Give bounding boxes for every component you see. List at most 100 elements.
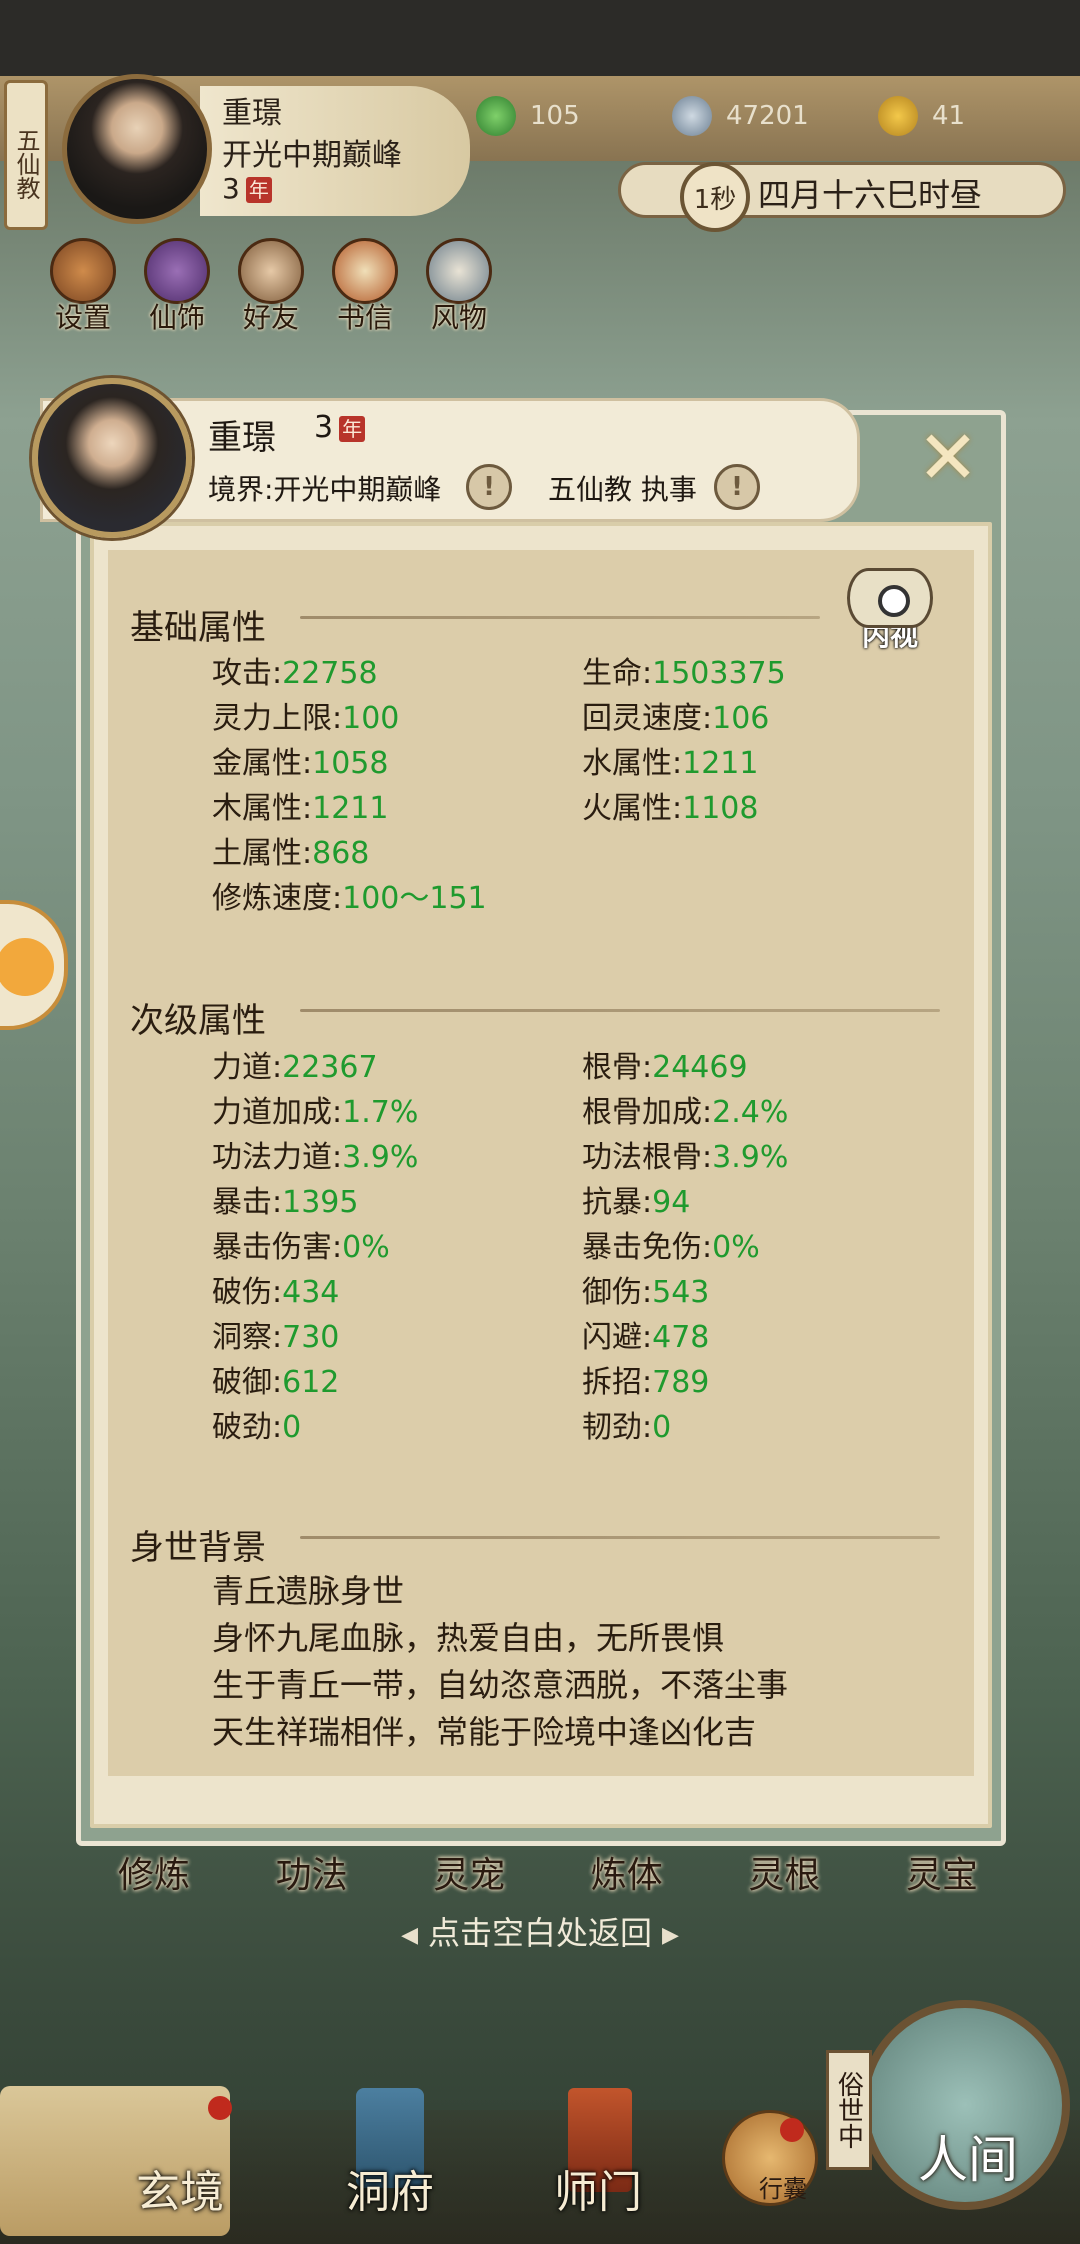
stat-label: 生命	[582, 656, 642, 691]
stat-value: 1503375	[652, 656, 786, 691]
stat-value: 3.9%	[712, 1140, 789, 1175]
sect-info-icon[interactable]: !	[714, 464, 760, 510]
hud-player-realm: 开光中期巅峰	[222, 138, 402, 173]
stat-row: 功法力道:3.9%	[212, 1140, 419, 1175]
stat-label: 破御	[212, 1365, 272, 1400]
stat-value: 1058	[312, 746, 389, 781]
secondary-stats-left: 力道:22367 力道加成:1.7% 功法力道:3.9% 暴击:1395 暴击伤害:0%…	[212, 1042, 572, 1447]
stat-label: 破伤	[212, 1275, 272, 1310]
stat-row: 攻击:22758	[212, 656, 378, 691]
stat-row: 暴击伤害:0%	[212, 1230, 390, 1265]
character-age: 3年	[314, 410, 366, 445]
nav-xuanjing[interactable]: 玄境	[110, 2080, 250, 2244]
stat-label: 韧劲	[582, 1410, 642, 1445]
stat-label: 根骨	[582, 1050, 642, 1085]
stat-label: 攻击	[212, 656, 272, 691]
pouch-button[interactable]: 行囊	[722, 2110, 818, 2206]
sect-label: 五仙教 执事	[548, 473, 697, 506]
stat-value: 434	[282, 1275, 340, 1310]
stat-row: 金属性:1058	[212, 746, 389, 781]
character-age-value: 3	[314, 410, 334, 445]
stat-row: 拆招:789	[582, 1365, 710, 1400]
stat-value: 789	[652, 1365, 710, 1400]
feature-tabs: 修炼 功法 灵宠 炼体 灵根 灵宝	[118, 1846, 978, 1898]
stat-value: 612	[282, 1365, 340, 1400]
stat-row: 暴击免伤:0%	[582, 1230, 760, 1265]
hud-menu: 设置 仙饰 好友 书信 风物	[36, 238, 506, 334]
sect-tab[interactable]: 五仙教	[4, 80, 48, 230]
stat-row: 破伤:434	[212, 1275, 340, 1310]
stat-row: 灵力上限:100	[212, 701, 400, 736]
notification-dot	[780, 2118, 804, 2142]
stat-row: 抗暴:94	[582, 1185, 691, 1220]
menu-settings[interactable]: 设置	[36, 238, 130, 334]
letter-icon	[332, 238, 398, 304]
hud-player-age: 3年	[222, 172, 272, 205]
stat-value: 106	[712, 701, 770, 736]
stat-value: 2.4%	[712, 1095, 789, 1130]
tab-pets[interactable]: 灵宠	[433, 1846, 505, 1898]
eye-icon	[847, 568, 933, 628]
stat-label: 拆招	[582, 1365, 642, 1400]
stat-label: 回灵速度	[582, 701, 702, 736]
stat-row: 力道加成:1.7%	[212, 1095, 419, 1130]
menu-friends[interactable]: 好友	[224, 238, 318, 334]
realm-info-icon[interactable]: !	[466, 464, 512, 510]
world-label: 人间	[918, 2131, 1018, 2189]
side-game-button[interactable]	[0, 900, 68, 1030]
return-hint-text: 点击空白处返回	[427, 1914, 652, 1952]
stat-label: 金属性	[212, 746, 302, 781]
tab-treasure[interactable]: 灵宝	[906, 1846, 978, 1898]
stat-value: 1211	[682, 746, 759, 781]
world-tag: 俗世中	[826, 2050, 872, 2170]
stat-value: 24469	[652, 1050, 748, 1085]
close-button[interactable]: ✕	[900, 410, 996, 506]
stat-value: 22367	[282, 1050, 378, 1085]
divider	[300, 1009, 940, 1012]
stat-label: 御伤	[582, 1275, 642, 1310]
stat-value: 1395	[282, 1185, 359, 1220]
divider	[300, 1536, 940, 1539]
menu-fairy-dress[interactable]: 仙饰	[130, 238, 224, 334]
world-button[interactable]: 人间	[860, 2000, 1070, 2210]
stat-value: 478	[652, 1320, 710, 1355]
tab-spirit-root[interactable]: 灵根	[748, 1846, 820, 1898]
stat-value: 1108	[682, 791, 759, 826]
stat-row: 生命:1503375	[582, 656, 786, 691]
return-hint[interactable]: ◀ 点击空白处返回 ▶	[0, 1908, 1080, 1954]
tab-body[interactable]: 炼体	[591, 1846, 663, 1898]
player-avatar[interactable]	[62, 74, 212, 224]
resource-jade[interactable]: 105	[476, 96, 580, 136]
menu-customs[interactable]: 风物	[412, 238, 506, 334]
right-arrow-icon: ▶	[662, 1922, 679, 1948]
secondary-stats-right: 根骨:24469 根骨加成:2.4% 功法根骨:3.9% 抗暴:94 暴击免伤:0% 御伤…	[582, 1042, 962, 1447]
tab-cultivate[interactable]: 修炼	[118, 1846, 190, 1898]
section-title-secondary: 次级属性	[130, 1001, 266, 1041]
nav-shimen[interactable]: 师门	[528, 2080, 668, 2244]
stat-label: 闪避	[582, 1320, 642, 1355]
hud-player-name: 重璟	[222, 96, 282, 131]
stat-row: 闪避:478	[582, 1320, 710, 1355]
year-seal: 年	[339, 415, 366, 442]
stat-row: 火属性:1108	[582, 791, 759, 826]
stat-label: 土属性	[212, 836, 302, 871]
stat-row: 根骨加成:2.4%	[582, 1095, 789, 1130]
nav-dongfu[interactable]: 洞府	[320, 2080, 460, 2244]
stat-row: 水属性:1211	[582, 746, 759, 781]
divider	[300, 616, 820, 619]
stat-label: 修炼速度	[212, 881, 332, 916]
stat-value: 1.7%	[342, 1095, 419, 1130]
resource-coin[interactable]: 47201	[672, 96, 809, 136]
resource-merit[interactable]: 41	[878, 96, 965, 136]
stat-row: 韧劲:0	[582, 1410, 672, 1445]
stat-label: 洞察	[212, 1320, 272, 1355]
stat-value: 0%	[342, 1230, 390, 1265]
background-line: 青丘遗脉身世	[212, 1572, 405, 1610]
year-seal: 年	[245, 177, 272, 203]
tab-skills[interactable]: 功法	[276, 1846, 348, 1898]
time-speed-button[interactable]: 1秒	[680, 162, 750, 232]
stat-value: 0%	[712, 1230, 760, 1265]
stat-label: 火属性	[582, 791, 672, 826]
menu-letters[interactable]: 书信	[318, 238, 412, 334]
resource-value: 47201	[726, 101, 809, 131]
